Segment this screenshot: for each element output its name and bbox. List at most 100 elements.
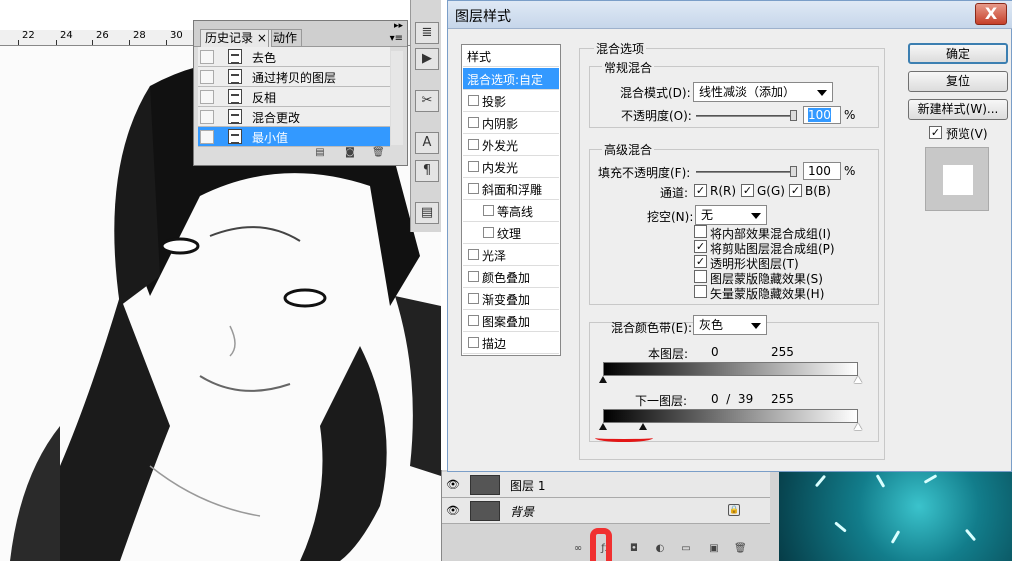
document-icon — [228, 69, 242, 84]
tab-history[interactable]: 历史记录 × — [200, 29, 272, 47]
style-checkbox[interactable] — [468, 293, 479, 304]
style-checkbox[interactable] — [468, 117, 479, 128]
list-item[interactable]: 去色 — [198, 47, 390, 67]
preview-checkbox[interactable] — [929, 126, 942, 139]
layer-row[interactable]: 👁 图层 1 — [442, 472, 770, 498]
style-checkbox[interactable] — [468, 139, 479, 150]
layer-row[interactable]: 👁 背景 🔒 — [442, 498, 770, 524]
fill-opacity-input[interactable]: 100 — [803, 162, 841, 180]
style-checkbox[interactable] — [468, 315, 479, 326]
style-drop-shadow[interactable]: 投影 — [463, 90, 559, 112]
style-checkbox[interactable] — [468, 161, 479, 172]
new-layer-icon[interactable]: ▣ — [708, 543, 720, 555]
this-layer-low-value: 0 — [711, 345, 719, 359]
underlying-white-slider[interactable] — [854, 423, 862, 430]
new-document-from-state-icon[interactable]: ▤ — [314, 147, 326, 159]
styles-header[interactable]: 样式 — [463, 45, 559, 67]
slider-knob[interactable] — [790, 110, 797, 121]
link-icon[interactable]: ∞ — [572, 543, 584, 555]
knockout-select[interactable]: 无 — [695, 205, 767, 225]
blend-clipped-checkbox[interactable] — [694, 240, 707, 253]
transparency-shapes-checkbox[interactable] — [694, 255, 707, 268]
style-color-overlay[interactable]: 颜色叠加 — [463, 266, 559, 288]
blend-mode-select[interactable]: 线性减淡（添加） — [693, 82, 833, 102]
style-checkbox[interactable] — [468, 249, 479, 260]
history-brush-checkbox[interactable] — [200, 110, 214, 124]
channel-r-checkbox[interactable] — [694, 184, 707, 197]
trash-icon[interactable]: 🗑 — [734, 543, 747, 555]
style-preview-swatch — [925, 147, 989, 211]
list-item[interactable]: 混合更改 — [198, 107, 390, 127]
style-satin[interactable]: 光泽 — [463, 244, 559, 266]
eye-icon[interactable]: 👁 — [446, 478, 462, 492]
ok-button[interactable]: 确定 — [908, 43, 1008, 64]
opacity-input[interactable]: 100 — [803, 106, 841, 124]
style-label: 内阴影 — [482, 117, 519, 131]
new-style-button-label: 新建样式(W)... — [917, 102, 999, 116]
this-layer-black-slider[interactable] — [599, 376, 607, 383]
style-texture[interactable]: 纹理 — [463, 222, 559, 244]
tab-actions[interactable]: 动作 — [268, 29, 303, 47]
tools-icon[interactable]: ✂ — [415, 90, 439, 112]
style-checkbox[interactable] — [468, 183, 479, 194]
slider-knob[interactable] — [790, 166, 797, 177]
list-item[interactable]: 通过拷贝的图层 — [198, 67, 390, 87]
eye-icon[interactable]: 👁 — [446, 504, 462, 518]
style-blending-options[interactable]: 混合选项:自定 — [463, 68, 559, 90]
style-checkbox[interactable] — [468, 95, 479, 106]
style-inner-glow[interactable]: 内发光 — [463, 156, 559, 178]
close-icon[interactable]: × — [257, 31, 267, 45]
underlying-black-slider-right[interactable] — [639, 423, 647, 430]
style-pattern-overlay[interactable]: 图案叠加 — [463, 310, 559, 332]
channel-b-checkbox[interactable] — [789, 184, 802, 197]
this-layer-gradient-bar[interactable] — [603, 362, 858, 376]
blend-if-select[interactable]: 灰色 — [693, 315, 767, 335]
folder-icon[interactable]: ▭ — [680, 543, 692, 555]
opacity-slider[interactable] — [696, 110, 797, 121]
paragraph-panel-icon[interactable]: ¶ — [415, 160, 439, 182]
layer-mask-icon[interactable]: ◘ — [628, 543, 640, 555]
actions-panel-icon[interactable]: ▶ — [415, 48, 439, 70]
close-button[interactable]: X — [975, 3, 1007, 25]
reset-button[interactable]: 复位 — [908, 71, 1008, 92]
style-label: 外发光 — [482, 139, 519, 153]
style-bevel-emboss[interactable]: 斜面和浮雕 — [463, 178, 559, 200]
style-outer-glow[interactable]: 外发光 — [463, 134, 559, 156]
style-checkbox[interactable] — [468, 271, 479, 282]
style-contour[interactable]: 等高线 — [463, 200, 559, 222]
vector-mask-hides-checkbox[interactable] — [694, 285, 707, 298]
history-brush-checkbox[interactable] — [200, 130, 214, 144]
panel-menu-icon[interactable]: ▾≡ — [390, 33, 403, 44]
style-checkbox[interactable] — [483, 227, 494, 238]
style-gradient-overlay[interactable]: 渐变叠加 — [463, 288, 559, 310]
fill-opacity-slider[interactable] — [696, 166, 797, 177]
layer-comps-icon[interactable]: ▤ — [415, 202, 439, 224]
layer-mask-hides-checkbox[interactable] — [694, 270, 707, 283]
underlying-layer-gradient-bar[interactable] — [603, 409, 858, 423]
trash-icon[interactable]: 🗑 — [372, 147, 385, 159]
style-inner-shadow[interactable]: 内阴影 — [463, 112, 559, 134]
history-brush-checkbox[interactable] — [200, 90, 214, 104]
percent-sign: % — [844, 164, 856, 178]
history-panel-icon[interactable]: ≣ — [415, 22, 439, 44]
style-checkbox[interactable] — [483, 205, 494, 216]
new-style-button[interactable]: 新建样式(W)... — [908, 99, 1008, 120]
channel-g-checkbox[interactable] — [741, 184, 754, 197]
adjustment-layer-icon[interactable]: ◐ — [654, 543, 666, 555]
style-label: 颜色叠加 — [482, 271, 531, 285]
history-brush-checkbox[interactable] — [200, 50, 214, 64]
this-layer-white-slider[interactable] — [854, 376, 862, 383]
blend-interior-checkbox[interactable] — [694, 225, 707, 238]
history-scrollbar[interactable] — [391, 51, 403, 145]
style-checkbox[interactable] — [468, 337, 479, 348]
history-item-label: 反相 — [252, 91, 277, 105]
style-stroke[interactable]: 描边 — [463, 332, 559, 354]
character-panel-icon[interactable]: A — [415, 132, 439, 154]
underlying-black-slider-left[interactable] — [599, 423, 607, 430]
history-brush-checkbox[interactable] — [200, 70, 214, 84]
style-label: 等高线 — [497, 205, 534, 219]
snapshot-icon[interactable]: ◙ — [344, 147, 356, 159]
list-item[interactable]: 反相 — [198, 87, 390, 107]
panel-collapse-icon[interactable]: ▸▸ — [394, 21, 403, 31]
channels-label: 通道: — [660, 186, 689, 200]
